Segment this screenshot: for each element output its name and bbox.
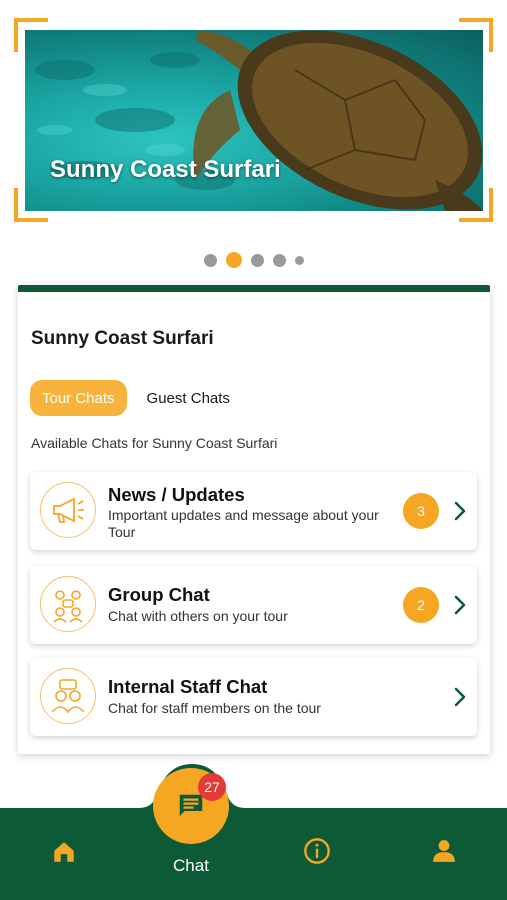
nav-profile-button[interactable] [427,834,461,868]
chat-item-news-updates[interactable]: News / Updates Important updates and mes… [30,472,477,550]
nav-home-button[interactable] [48,836,80,868]
hero-title: Sunny Coast Surfari [50,156,281,183]
staff-chat-icon [40,668,96,724]
profile-icon [433,840,455,862]
chat-item-internal-staff-chat[interactable]: Internal Staff Chat Chat for staff membe… [30,658,477,736]
home-icon [54,842,74,862]
hero-banner: Sunny Coast Surfari [0,0,507,240]
card-title: Sunny Coast Surfari [31,328,214,349]
carousel-indicator[interactable] [0,252,507,268]
tab-tour-chats[interactable]: Tour Chats [30,380,127,416]
carousel-dot-2-active[interactable] [225,252,242,268]
megaphone-icon [40,482,96,538]
chat-item-description: Chat for staff members on the tour [108,700,321,716]
chat-item-group-chat[interactable]: Group Chat Chat with others on your tour… [30,566,477,644]
carousel-dot-3[interactable] [250,253,264,267]
chat-item-title: Group Chat [108,584,210,605]
carousel-dot-5[interactable] [294,255,304,265]
tour-chats-card: Sunny Coast Surfari Tour Chats Guest Cha… [18,285,490,754]
tab-guest-chats[interactable]: Guest Chats [135,380,242,416]
available-chats-label: Available Chats for Sunny Coast Surfari [31,435,278,451]
chevron-right-icon[interactable] [453,500,467,522]
info-icon [304,838,330,864]
bottom-navigation [0,808,507,900]
carousel-dot-4[interactable] [272,253,286,267]
chat-tabs: Tour Chats Guest Chats [30,380,242,416]
nav-info-button[interactable] [300,834,334,868]
carousel-dot-1[interactable] [203,253,217,267]
chat-notification-badge: 27 [198,773,226,801]
nav-chat-label: Chat [173,856,209,875]
unread-count-badge: 2 [403,587,439,623]
unread-count-badge: 3 [403,493,439,529]
chat-item-description: Chat with others on your tour [108,608,288,624]
chat-item-description: Important updates and message about your… [108,507,379,540]
chat-item-title: News / Updates [108,484,245,505]
chevron-right-icon[interactable] [453,594,467,616]
group-chat-icon [40,576,96,632]
chevron-right-icon[interactable] [453,686,467,708]
chat-item-title: Internal Staff Chat [108,676,268,697]
